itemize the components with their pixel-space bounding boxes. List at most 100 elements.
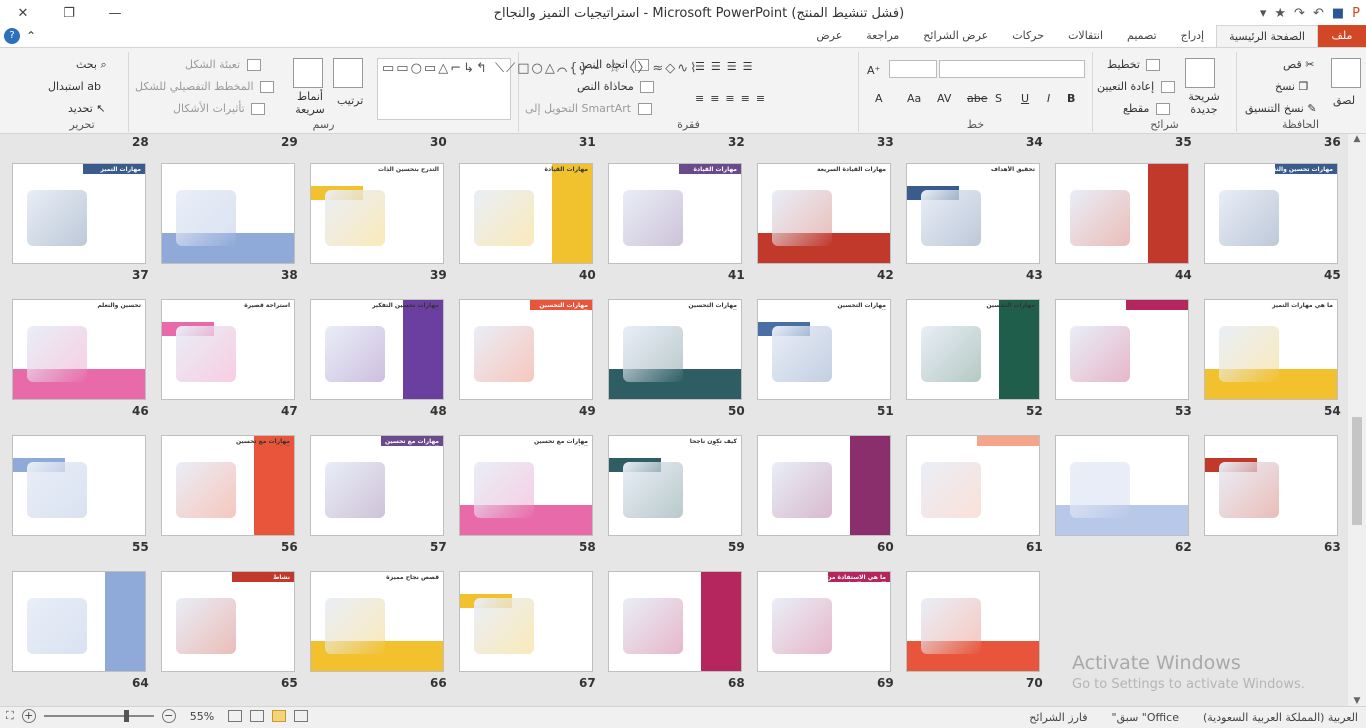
zoom-level[interactable]: 55% xyxy=(190,710,214,723)
font-name-box[interactable] xyxy=(939,60,1085,78)
slide-thumbnail[interactable] xyxy=(12,435,146,536)
slide-thumbnail[interactable]: مهارات القيادة xyxy=(608,163,742,264)
copy-button[interactable]: نسخ ❐ xyxy=(1275,80,1308,93)
slide-thumbnail[interactable]: قصص نجاح مميزة xyxy=(310,571,444,672)
slide-thumbnail[interactable]: مهارات مع تحسين الذات xyxy=(459,435,593,536)
zoom-slider-thumb[interactable] xyxy=(123,710,129,722)
slide-thumbnail[interactable]: ما هي مهارات التميز xyxy=(1204,299,1338,400)
cut-button[interactable]: قص ✂ xyxy=(1283,58,1314,71)
smartart-button[interactable]: التحويل إلى SmartArt xyxy=(525,102,652,115)
list-buttons-icon[interactable]: ☰☰☰☰ xyxy=(695,60,758,73)
zoom-slider[interactable] xyxy=(43,710,154,722)
tab-1[interactable]: الصفحة الرئيسية xyxy=(1216,25,1318,47)
shapes-gallery[interactable]: ▭▭○▭△⌐↳↰ ⟍⟋□○△⌒{}~ ☆〈〉≈◇∿⌇ xyxy=(377,58,696,120)
status-language[interactable]: العربية (المملكة العربية السعودية) xyxy=(1203,711,1358,724)
arrange-icon[interactable] xyxy=(333,58,363,88)
align-buttons-icon[interactable]: ≡≡≡≡≡ xyxy=(695,92,771,105)
tab-0[interactable]: ملف xyxy=(1318,25,1366,47)
tab-2[interactable]: إدراج xyxy=(1169,25,1216,47)
slide-thumbnail[interactable]: مهارات التحسين المستمر xyxy=(459,299,593,400)
align-text-button[interactable]: محاذاة النص xyxy=(577,80,655,93)
select-button[interactable]: تحديد ↖ xyxy=(68,102,106,115)
arrange-button[interactable]: ترتيب xyxy=(337,94,363,107)
collapse-ribbon-icon[interactable]: ⌃ xyxy=(26,29,36,43)
slide-thumbnail[interactable]: مهارات التحسين المستمر xyxy=(757,299,891,400)
slide-thumbnail[interactable]: ما هي الاستفادة من القصص السابقة xyxy=(757,571,891,672)
font-color-icon[interactable]: A xyxy=(875,92,883,105)
restore-button[interactable]: ❐ xyxy=(46,0,92,26)
paste-button[interactable]: لصق xyxy=(1333,94,1355,107)
shape-effects-button[interactable]: تأثيرات الأشكال xyxy=(173,102,266,115)
save-icon[interactable]: ■ xyxy=(1332,6,1344,21)
slide-sorter-view-icon[interactable] xyxy=(272,710,287,722)
slide-thumbnail[interactable] xyxy=(1055,299,1189,400)
find-button[interactable]: بحث ⌕ xyxy=(76,58,107,72)
slide-thumbnail[interactable] xyxy=(161,163,295,264)
slide-thumbnail[interactable] xyxy=(608,571,742,672)
slide-thumbnail[interactable]: كيف تكون ناجحا ونشيطا xyxy=(608,435,742,536)
format-painter-button[interactable]: نسخ التنسيق ✎ xyxy=(1245,102,1317,115)
slide-thumbnail[interactable]: استراحة قصيرة xyxy=(161,299,295,400)
replace-button[interactable]: استبدال ab xyxy=(48,80,101,93)
slideshow-view-icon[interactable] xyxy=(228,710,243,722)
slide-thumbnail[interactable] xyxy=(1204,435,1338,536)
slide-thumbnail[interactable]: تحسين والتعلم xyxy=(12,299,146,400)
new-slide-icon[interactable] xyxy=(1185,58,1215,88)
slide-thumbnail[interactable] xyxy=(459,571,593,672)
shadow-button[interactable]: S xyxy=(995,92,1002,105)
scrollbar-thumb[interactable] xyxy=(1352,417,1362,525)
tab-6[interactable]: عرض الشرائح xyxy=(911,25,1000,47)
slide-thumbnail[interactable]: مهارات التحسين المستمر xyxy=(608,299,742,400)
slide-thumbnail[interactable]: مهارات القيادة xyxy=(459,163,593,264)
zoom-out-button[interactable]: − xyxy=(161,709,176,723)
slide-thumbnail[interactable] xyxy=(906,435,1040,536)
scroll-down-icon[interactable]: ▼ xyxy=(1348,696,1366,706)
slide-thumbnail[interactable]: مهارات تحسين والثقة xyxy=(1204,163,1338,264)
app-icon[interactable]: P xyxy=(1352,6,1360,21)
tab-5[interactable]: حركات xyxy=(1000,25,1056,47)
bold-button[interactable]: B xyxy=(1067,92,1075,105)
slide-thumbnail[interactable] xyxy=(1055,163,1189,264)
redo-icon[interactable]: ↷ xyxy=(1294,6,1305,21)
slide-thumbnail[interactable]: مهارات تحسين التفكير الإبداعي xyxy=(310,299,444,400)
reset-button[interactable]: إعادة التعيين xyxy=(1097,80,1175,93)
tab-7[interactable]: مراجعة xyxy=(854,25,911,47)
vertical-scrollbar[interactable]: ▲ ▼ xyxy=(1348,134,1366,706)
slide-thumbnail[interactable]: مهارات مع تحسين الذات xyxy=(161,435,295,536)
change-case-icon[interactable]: Aa xyxy=(907,92,921,105)
minimize-button[interactable]: — xyxy=(92,0,138,26)
normal-view-icon[interactable] xyxy=(294,710,309,722)
slide-thumbnail[interactable] xyxy=(906,571,1040,672)
undo-icon[interactable]: ↶ xyxy=(1313,6,1324,21)
slide-thumbnail[interactable]: مهارات القيادة السريعة xyxy=(757,163,891,264)
quick-styles-icon[interactable] xyxy=(293,58,323,88)
reading-view-icon[interactable] xyxy=(250,710,265,722)
help-icon[interactable]: ? xyxy=(4,28,20,44)
paste-icon[interactable] xyxy=(1331,58,1361,88)
slide-thumbnail[interactable]: التدرج بتحسين الذات xyxy=(310,163,444,264)
close-button[interactable]: ✕ xyxy=(0,0,46,26)
slide-thumbnail[interactable] xyxy=(757,435,891,536)
char-spacing-icon[interactable]: AV xyxy=(937,92,951,105)
underline-button[interactable]: U xyxy=(1021,92,1029,105)
quick-styles-button[interactable]: أنماط سريعة xyxy=(285,90,335,116)
slide-thumbnail[interactable]: تحقيق الأهداف xyxy=(906,163,1040,264)
font-options-icon[interactable]: A⁺ xyxy=(867,64,880,77)
italic-button[interactable]: I xyxy=(1047,92,1050,105)
scroll-up-icon[interactable]: ▲ xyxy=(1348,134,1366,144)
section-button[interactable]: مقطع xyxy=(1123,102,1170,115)
strikethrough-button[interactable]: abe xyxy=(967,92,988,105)
tab-4[interactable]: انتقالات xyxy=(1056,25,1115,47)
slide-thumbnail[interactable] xyxy=(12,571,146,672)
layout-button[interactable]: تخطيط xyxy=(1107,58,1161,71)
slide-thumbnail[interactable]: مهارات التحسين المستمر xyxy=(906,299,1040,400)
slide-thumbnail[interactable]: مهارات مع تحسين الذات xyxy=(310,435,444,536)
fit-window-icon[interactable]: ⛶ xyxy=(6,709,14,723)
customize-qat-icon[interactable]: ▾ xyxy=(1260,6,1267,21)
tab-3[interactable]: تصميم xyxy=(1115,25,1169,47)
star-icon[interactable]: ★ xyxy=(1274,6,1286,21)
zoom-in-button[interactable]: + xyxy=(21,709,36,723)
shape-fill-button[interactable]: تعبئة الشكل xyxy=(185,58,261,71)
font-size-box[interactable] xyxy=(889,60,937,78)
shape-outline-button[interactable]: المخطط التفصيلي للشكل xyxy=(135,80,274,93)
